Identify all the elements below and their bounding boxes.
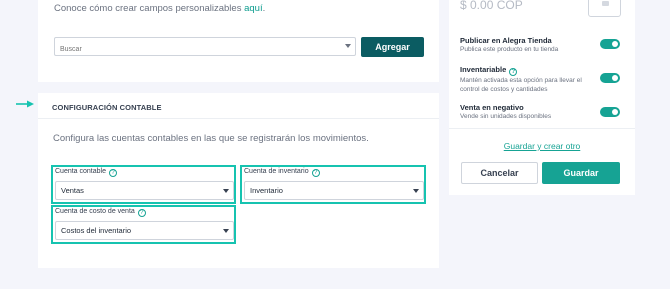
toggle-negative-sales[interactable] — [600, 107, 620, 117]
image-placeholder-icon[interactable] — [588, 0, 621, 17]
save-and-new-link[interactable]: Guardar y crear otro — [449, 141, 635, 151]
account-field: Cuenta contable? Ventas — [51, 165, 236, 204]
cost-of-sale-field: Cuenta de costo de venta? Costos del inv… — [51, 205, 236, 244]
hint-link[interactable]: aquí — [244, 3, 263, 14]
custom-fields-hint: Conoce cómo crear campos personalizables… — [54, 3, 265, 14]
setting-publish-store: Publicar en Alegra Tienda Publica este p… — [460, 36, 558, 54]
help-icon[interactable]: ? — [311, 169, 320, 177]
price-display: $ 0.00 COP — [460, 0, 523, 12]
help-icon[interactable]: ? — [137, 209, 146, 217]
help-icon[interactable]: ? — [509, 68, 518, 76]
help-icon[interactable]: ? — [108, 169, 117, 177]
setting-inventoriable: Inventariable? Mantén activada esta opci… — [460, 65, 582, 94]
setting-negative-sales: Venta en negativo Vende sin unidades dis… — [460, 103, 551, 121]
divider — [449, 128, 635, 129]
setting-title-text: Inventariable — [460, 65, 507, 74]
chevron-down-icon[interactable] — [345, 44, 351, 48]
section-description: Configura las cuentas contables en las q… — [53, 133, 369, 144]
account-value: Ventas — [61, 186, 84, 195]
arrow-right-icon — [16, 100, 34, 108]
setting-title: Publicar en Alegra Tienda — [460, 36, 552, 45]
side-panel: $ 0.00 COP Publicar en Alegra Tienda Pub… — [449, 0, 635, 195]
custom-field-search[interactable] — [54, 37, 356, 58]
save-button[interactable]: Guardar — [542, 162, 620, 184]
cancel-button[interactable]: Cancelar — [461, 162, 538, 184]
setting-description-continued: control de costos y cantidades — [460, 86, 548, 93]
account-label: Cuenta contable — [55, 168, 106, 175]
chevron-down-icon[interactable] — [223, 229, 229, 233]
inventory-account-select[interactable]: Inventario — [244, 181, 424, 200]
accounting-config-card: CONFIGURACIÓN CONTABLE Configura las cue… — [38, 93, 439, 268]
chevron-down-icon[interactable] — [223, 189, 229, 193]
field-label: Cuenta de inventario? — [244, 168, 320, 177]
field-label: Cuenta de costo de venta? — [55, 208, 146, 217]
inventory-account-label: Cuenta de inventario — [244, 168, 309, 175]
custom-fields-card: Conoce cómo crear campos personalizables… — [38, 0, 439, 82]
chevron-down-icon[interactable] — [413, 189, 419, 193]
account-select[interactable]: Ventas — [55, 181, 234, 200]
setting-description: Publica este producto en tu tienda — [460, 46, 559, 53]
divider — [38, 118, 439, 119]
setting-title: Venta en negativo — [460, 103, 524, 112]
search-input[interactable] — [55, 41, 335, 58]
section-title: CONFIGURACIÓN CONTABLE — [52, 103, 162, 112]
inventory-account-field: Cuenta de inventario? Inventario — [240, 165, 426, 204]
add-button[interactable]: Agregar — [361, 37, 424, 57]
toggle-inventoriable[interactable] — [600, 73, 620, 83]
inventory-account-value: Inventario — [250, 186, 283, 195]
cost-of-sale-select[interactable]: Costos del inventario — [55, 221, 234, 240]
cost-of-sale-value: Costos del inventario — [61, 226, 132, 235]
setting-description: Mantén activada esta opción para llevar … — [460, 77, 582, 84]
hint-text: Conoce cómo crear campos personalizables — [54, 3, 245, 14]
hint-suffix: . — [262, 3, 266, 14]
setting-description: Vende sin unidades disponibles — [460, 113, 552, 120]
cost-of-sale-label: Cuenta de costo de venta — [55, 208, 135, 215]
image-glyph — [602, 1, 609, 6]
setting-title: Inventariable? — [460, 65, 582, 76]
toggle-publish-store[interactable] — [600, 39, 620, 49]
field-label: Cuenta contable? — [55, 168, 117, 177]
